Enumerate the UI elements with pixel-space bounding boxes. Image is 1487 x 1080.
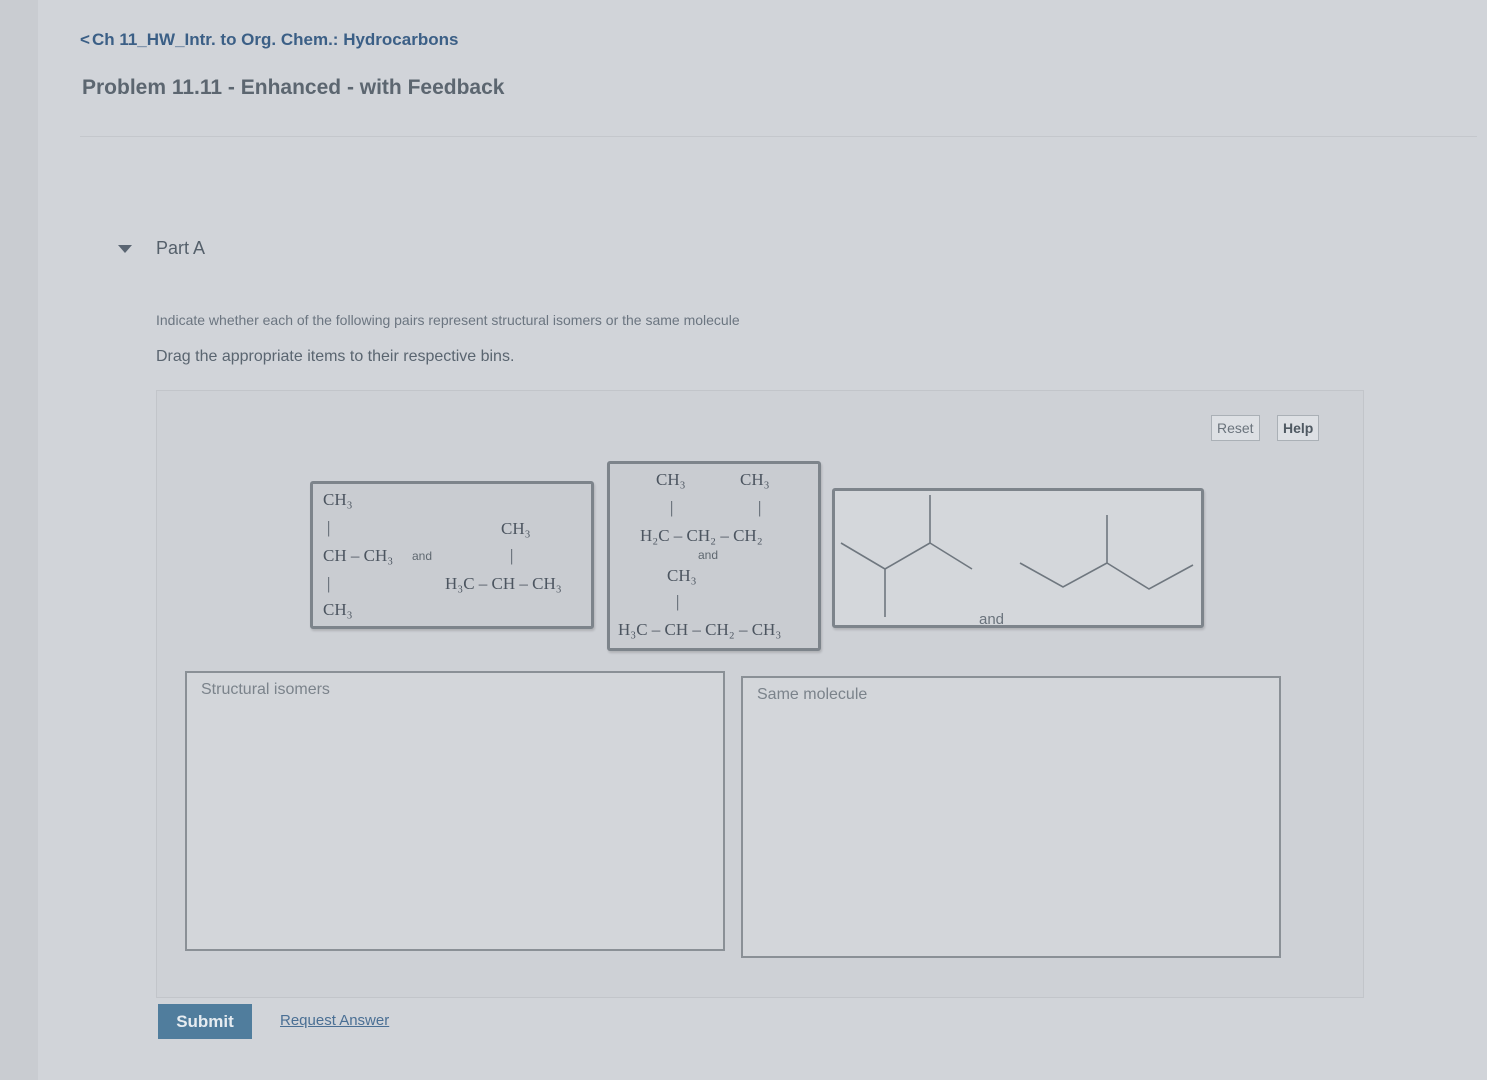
bin-label: Structural isomers bbox=[201, 681, 330, 698]
formula-text: CH – CH₃ bbox=[323, 546, 394, 565]
chevron-left-icon: < bbox=[80, 30, 90, 49]
page-title: Problem 11.11 - Enhanced - with Feedback bbox=[82, 76, 505, 99]
drag-hint-text: Drag the appropriate items to their resp… bbox=[156, 348, 515, 365]
skeletal-bond bbox=[1019, 515, 1108, 588]
and-label: and bbox=[412, 549, 433, 563]
formula-text: H₃C – CH – CH₃ bbox=[445, 574, 562, 593]
skeletal-structures-drawing bbox=[840, 495, 1194, 617]
header-divider bbox=[80, 136, 1477, 137]
request-answer-link[interactable]: Request Answer bbox=[280, 1012, 389, 1029]
and-label: and bbox=[979, 611, 1005, 628]
help-button[interactable]: Help bbox=[1277, 415, 1320, 441]
formula-text: H₂C – CH₂ – CH₂ bbox=[640, 526, 763, 545]
skeletal-bond bbox=[840, 542, 886, 617]
bond-text: | bbox=[676, 592, 680, 611]
draggable-item-pair-3[interactable]: and bbox=[832, 488, 1204, 628]
bond-text: | bbox=[670, 498, 674, 517]
bin-structural-isomers[interactable]: Structural isomers bbox=[185, 671, 725, 951]
reset-button[interactable]: Reset bbox=[1211, 415, 1260, 441]
bond-text: | bbox=[327, 574, 331, 593]
submit-button[interactable]: Submit bbox=[158, 1004, 252, 1039]
bond-text: | bbox=[758, 498, 762, 517]
formula-text: H₃C – CH – CH₂ – CH₃ bbox=[618, 620, 782, 639]
bond-text: | bbox=[327, 518, 331, 537]
part-label: Part A bbox=[156, 238, 206, 258]
bond-text: | bbox=[510, 546, 514, 565]
drag-drop-workspace: Reset Help CH₃ | CH – CH₃ and | CH₃ CH₃ … bbox=[156, 390, 1364, 998]
formula-text: CH₃ bbox=[501, 519, 531, 538]
skeletal-bond bbox=[884, 495, 931, 570]
formula-text: CH₃ bbox=[656, 470, 686, 489]
bin-label: Same molecule bbox=[757, 686, 868, 703]
formula-text: CH₃ bbox=[323, 600, 353, 619]
formula-text: CH₃ bbox=[740, 470, 770, 489]
breadcrumb-back-link[interactable]: < Ch 11_HW_Intr. to Org. Chem.: Hydrocarb… bbox=[80, 30, 458, 50]
skeletal-bond bbox=[1106, 562, 1194, 590]
bin-same-molecule[interactable]: Same molecule bbox=[741, 676, 1281, 958]
caret-down-icon bbox=[118, 244, 132, 253]
instructions-text: Indicate whether each of the following p… bbox=[156, 312, 740, 328]
draggable-item-pair-1[interactable]: CH₃ | CH – CH₃ and | CH₃ CH₃ | H₃C – CH … bbox=[310, 481, 594, 629]
and-label: and bbox=[698, 548, 719, 562]
formula-text: CH₃ bbox=[323, 490, 353, 509]
skeletal-bond bbox=[929, 542, 973, 570]
formula-text: CH₃ bbox=[667, 566, 697, 585]
part-a-toggle[interactable]: Part A bbox=[118, 238, 205, 259]
draggable-item-pair-2[interactable]: CH₃ CH₃ | | H₂C – CH₂ – CH₂ and CH₃ | H₃… bbox=[607, 461, 821, 651]
breadcrumb-text: Ch 11_HW_Intr. to Org. Chem.: Hydrocarbo… bbox=[91, 30, 459, 49]
